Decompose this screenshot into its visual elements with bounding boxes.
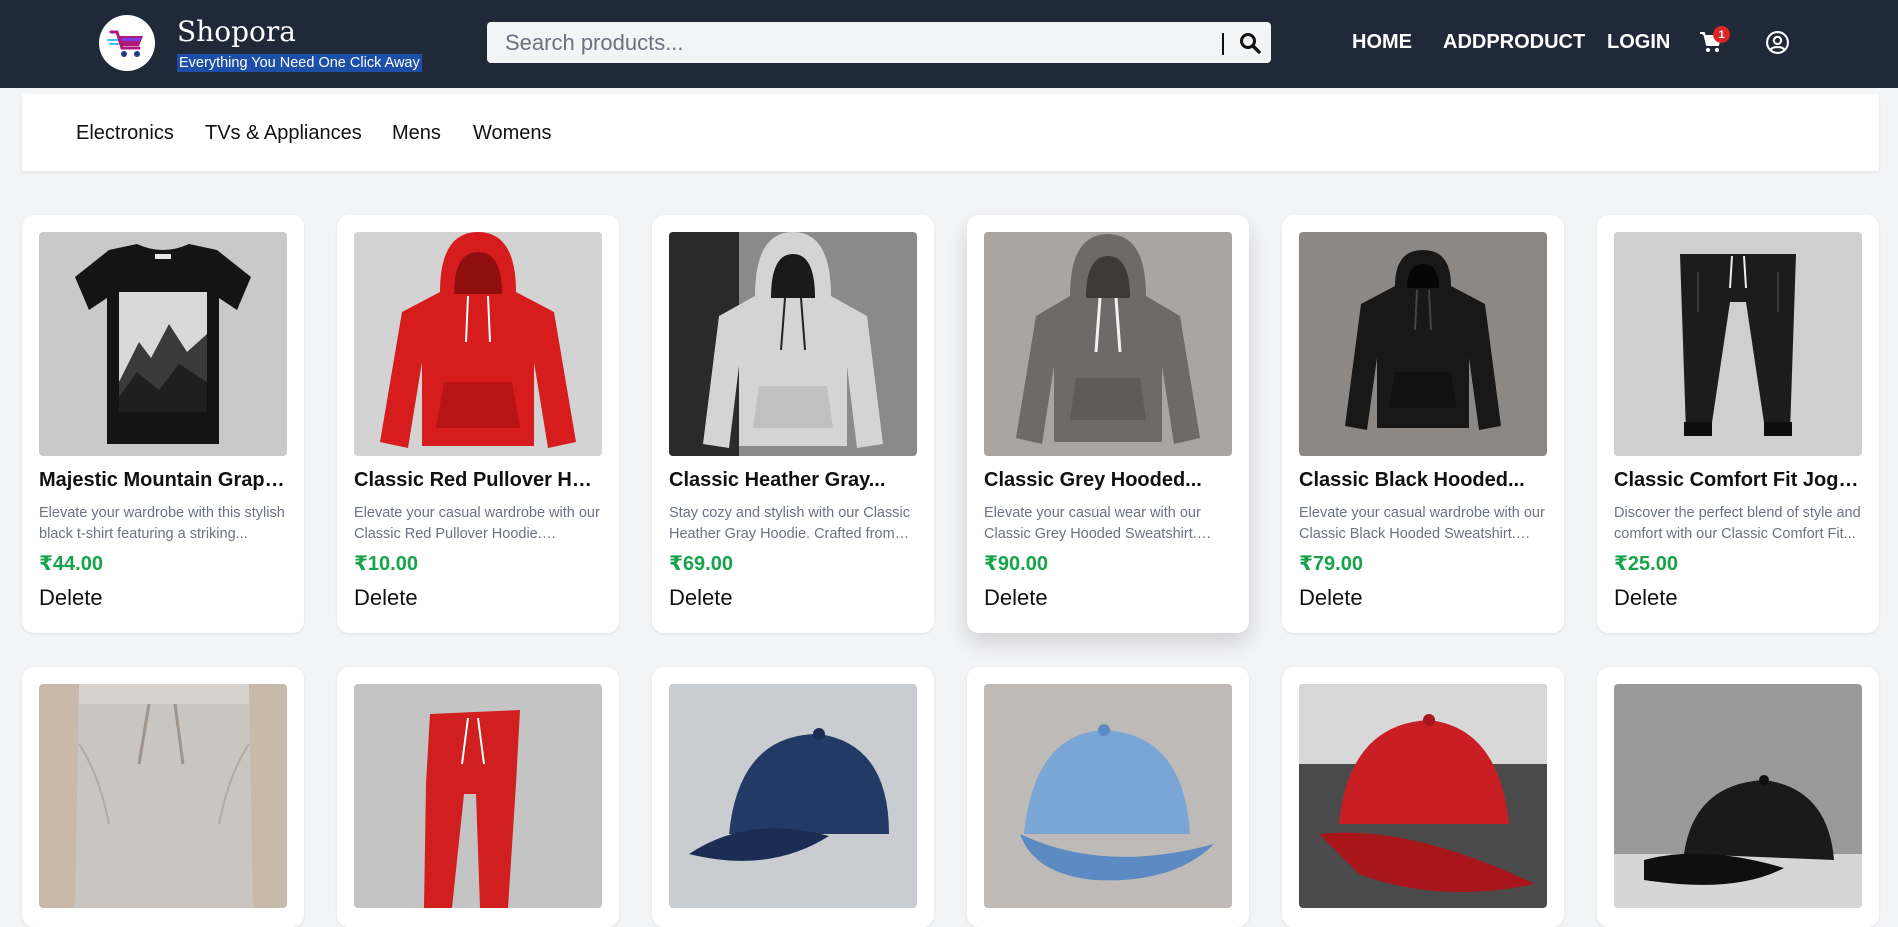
product-description: Elevate your casual wardrobe with our Cl… [1299,505,1545,542]
search-bar [487,22,1271,63]
product-card[interactable]: Majestic Mountain Graphi... Elevate your… [22,215,304,633]
product-description: Discover the perfect blend of style and … [1614,505,1861,542]
product-card[interactable]: Classic Comfort Fit Joggers Discover the… [1597,215,1879,633]
category-bar: Electronics TVs & Appliances Mens Womens [22,94,1879,171]
product-image[interactable] [1614,232,1862,456]
product-card[interactable]: Classic Heather Gray... Stay cozy and st… [652,215,934,633]
logo[interactable] [99,15,155,71]
product-price: ₹79.00 [1299,553,1363,575]
search-cursor-divider [1222,33,1224,55]
product-image[interactable] [669,232,917,456]
product-description: Elevate your casual wear with our Classi… [984,505,1201,542]
nav-addproduct-link[interactable]: ADDPRODUCT [1443,31,1585,54]
category-electronics[interactable]: Electronics [76,122,174,145]
product-image[interactable] [39,684,287,908]
category-womens[interactable]: Womens [473,122,552,145]
product-card[interactable]: Classic Grey Hooded... Elevate your casu… [967,215,1249,633]
product-image[interactable] [1299,232,1547,456]
search-icon [1240,32,1261,54]
search-button[interactable] [1229,22,1271,63]
delete-button[interactable]: Delete [984,585,1048,611]
product-card[interactable]: Classic Black Hooded... Elevate your cas… [1282,215,1564,633]
delete-button[interactable]: Delete [1614,585,1678,611]
delete-button[interactable]: Delete [354,585,418,611]
product-image[interactable] [984,232,1232,456]
product-card[interactable] [22,667,304,927]
product-title[interactable]: Classic Heather Gray... [669,469,919,492]
product-price: ₹10.00 [354,553,418,575]
product-card[interactable] [337,667,619,927]
product-card[interactable] [967,667,1249,927]
product-price: ₹90.00 [984,553,1048,575]
delete-button[interactable]: Delete [669,585,733,611]
cart-count-badge: 1 [1713,26,1730,43]
delete-button[interactable]: Delete [39,585,103,611]
search-input[interactable] [487,22,1217,63]
product-description: Stay cozy and stylish with our Classic H… [669,505,910,542]
product-card[interactable] [652,667,934,927]
category-mens[interactable]: Mens [392,122,441,145]
product-image[interactable] [1299,684,1547,908]
product-price: ₹69.00 [669,553,733,575]
product-card[interactable] [1597,667,1879,927]
product-card[interactable]: Classic Red Pullover Hoodie Elevate your… [337,215,619,633]
product-image[interactable] [669,684,917,908]
delete-button[interactable]: Delete [1299,585,1363,611]
product-card[interactable] [1282,667,1564,927]
product-price: ₹44.00 [39,553,103,575]
product-description: Elevate your casual wardrobe with our Cl… [354,505,600,542]
nav-home-link[interactable]: HOME [1352,31,1412,54]
product-image[interactable] [1614,684,1862,908]
nav-login-link[interactable]: LOGIN [1607,31,1670,54]
product-title[interactable]: Majestic Mountain Graphi... [39,469,289,492]
navbar: Shopora Everything You Need One Click Aw… [0,0,1898,88]
brand-tagline: Everything You Need One Click Away [177,54,422,72]
category-tvs-appliances[interactable]: TVs & Appliances [205,122,362,145]
product-image[interactable] [39,232,287,456]
product-description: Elevate your wardrobe with this stylish … [39,505,285,542]
product-image[interactable] [354,232,602,456]
product-title[interactable]: Classic Black Hooded... [1299,469,1549,492]
shopping-cart-logo-icon [107,30,143,57]
product-image[interactable] [354,684,602,908]
product-image[interactable] [984,684,1232,908]
user-account-icon[interactable] [1765,30,1790,55]
product-title[interactable]: Classic Red Pullover Hoodie [354,469,604,492]
product-title[interactable]: Classic Grey Hooded... [984,469,1234,492]
product-price: ₹25.00 [1614,553,1678,575]
product-title[interactable]: Classic Comfort Fit Joggers [1614,469,1864,492]
brand-name[interactable]: Shopora [177,15,296,48]
